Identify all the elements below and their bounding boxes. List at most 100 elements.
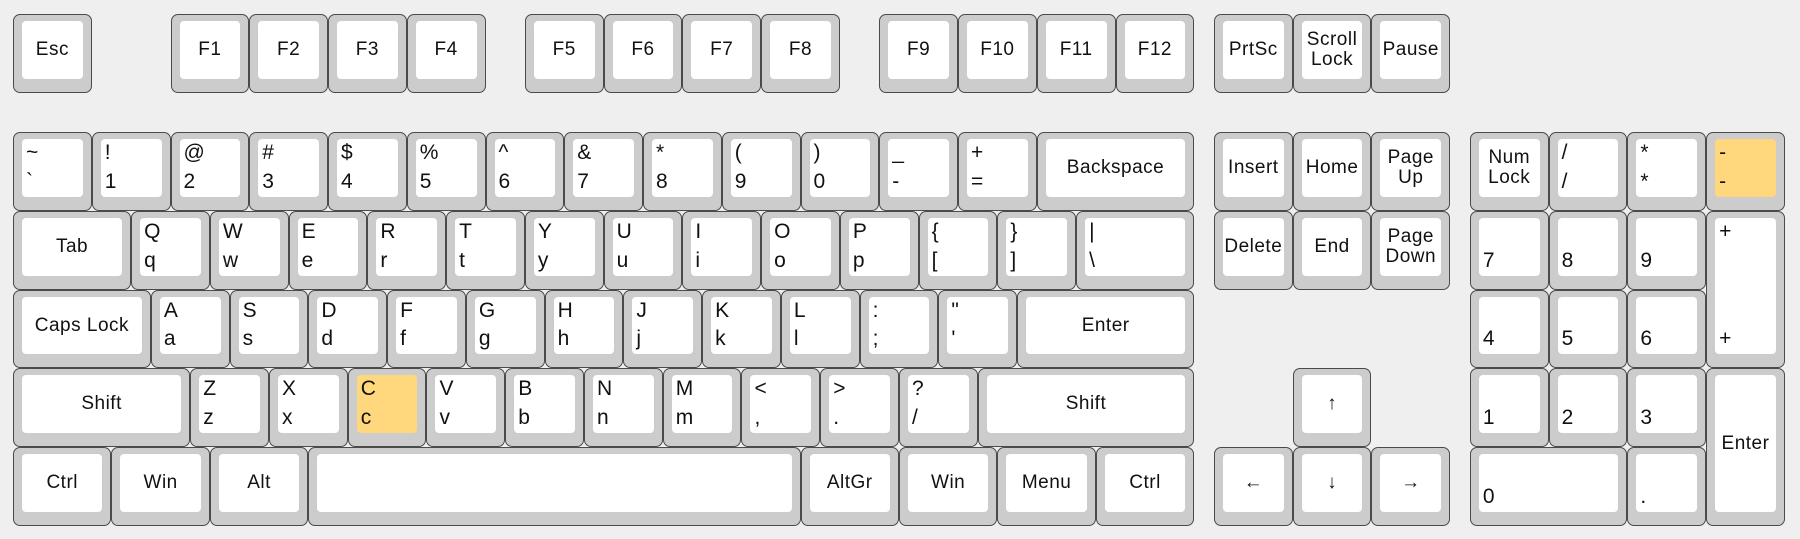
- key-symbol[interactable]: }]: [997, 210, 1077, 290]
- key-enter[interactable]: Enter: [1706, 368, 1785, 526]
- key-b[interactable]: Bb: [505, 368, 584, 448]
- key-alt[interactable]: Alt: [209, 447, 309, 526]
- key-g[interactable]: Gg: [465, 289, 545, 369]
- key-6[interactable]: ^ 6: [485, 132, 565, 211]
- key-symbol[interactable]: :;: [859, 289, 939, 369]
- key-n[interactable]: Nn: [583, 368, 663, 448]
- key-page-up[interactable]: Page Up: [1371, 132, 1451, 211]
- key-caps-lock[interactable]: Caps Lock: [13, 289, 151, 369]
- key-symbol[interactable]: →: [1371, 447, 1451, 526]
- key-9[interactable]: (9: [721, 132, 801, 211]
- key-d[interactable]: Dd: [308, 289, 388, 369]
- key-m[interactable]: Mm: [662, 368, 742, 448]
- key-symbol[interactable]: " ': [938, 289, 1018, 369]
- key-f8[interactable]: F8: [761, 14, 840, 93]
- key-f7[interactable]: F7: [682, 14, 762, 93]
- key-v[interactable]: Vv: [426, 368, 506, 448]
- key-7[interactable]: & 7: [564, 132, 643, 211]
- key-f3[interactable]: F3: [328, 14, 407, 93]
- key-0[interactable]: ) 0: [800, 132, 880, 211]
- key-w[interactable]: Ww: [209, 210, 289, 290]
- key-symbol[interactable]: ←: [1213, 447, 1293, 526]
- key-enter[interactable]: Enter: [1017, 289, 1195, 369]
- key-8[interactable]: 8: [1548, 210, 1628, 290]
- key-1[interactable]: ! 1: [91, 132, 171, 211]
- key-shift[interactable]: Shift: [977, 368, 1195, 448]
- key-5[interactable]: 5: [1548, 289, 1628, 369]
- key-insert[interactable]: Insert: [1213, 132, 1293, 211]
- key-ctrl[interactable]: Ctrl: [13, 447, 112, 526]
- key-f11[interactable]: F11: [1036, 14, 1116, 93]
- key-backspace[interactable]: Backspace: [1036, 132, 1195, 211]
- key-1[interactable]: 1: [1469, 368, 1549, 448]
- key-shift[interactable]: Shift: [13, 368, 191, 448]
- key-pause[interactable]: Pause: [1371, 14, 1451, 93]
- key-tab[interactable]: Tab: [13, 210, 132, 290]
- key-2[interactable]: @2: [170, 132, 250, 211]
- key-o[interactable]: Oo: [761, 210, 840, 290]
- key-page-down[interactable]: Page Down: [1371, 210, 1451, 290]
- key-symbol[interactable]: --: [1706, 132, 1785, 211]
- key-f12[interactable]: F12: [1115, 14, 1195, 93]
- key-u[interactable]: Uu: [603, 210, 683, 290]
- key-win[interactable]: Win: [898, 447, 998, 526]
- key-prtsc[interactable]: PrtSc: [1213, 14, 1293, 93]
- key-3[interactable]: #3: [249, 132, 328, 211]
- key-f4[interactable]: F4: [406, 14, 486, 93]
- key-symbol[interactable]: ↑: [1292, 368, 1372, 448]
- key-scroll-lock[interactable]: Scroll Lock: [1292, 14, 1372, 93]
- key-esc[interactable]: Esc: [13, 14, 92, 93]
- key-t[interactable]: Tt: [446, 210, 525, 290]
- key-f1[interactable]: F1: [170, 14, 250, 93]
- key-j[interactable]: Jj: [623, 289, 703, 369]
- key-r[interactable]: Rr: [367, 210, 447, 290]
- key-e[interactable]: Ee: [288, 210, 368, 290]
- key-num-lock[interactable]: Num Lock: [1469, 132, 1549, 211]
- key-y[interactable]: Yy: [524, 210, 604, 290]
- key-p[interactable]: Pp: [839, 210, 919, 290]
- key-symbol[interactable]: / /: [1548, 132, 1628, 211]
- key-s[interactable]: Ss: [229, 289, 309, 369]
- key-menu[interactable]: Menu: [997, 447, 1096, 526]
- key-l[interactable]: Ll: [780, 289, 860, 369]
- key-7[interactable]: 7: [1469, 210, 1549, 290]
- key-f9[interactable]: F9: [879, 14, 958, 93]
- key-ctrl[interactable]: Ctrl: [1095, 447, 1195, 526]
- key-symbol[interactable]: _ -: [879, 132, 958, 211]
- key-4[interactable]: $4: [328, 132, 407, 211]
- key-2[interactable]: 2: [1548, 368, 1628, 448]
- key-symbol[interactable]: >.: [820, 368, 899, 448]
- key-9[interactable]: 9: [1627, 210, 1707, 290]
- key-symbol[interactable]: {[: [918, 210, 998, 290]
- key-symbol[interactable]: + +: [1706, 210, 1785, 369]
- key-x[interactable]: Xx: [268, 368, 348, 448]
- key-4[interactable]: 4: [1469, 289, 1549, 369]
- key-q[interactable]: Qq: [131, 210, 210, 290]
- key-f2[interactable]: F2: [249, 14, 328, 93]
- key-symbol[interactable]: + =: [958, 132, 1037, 211]
- key-0[interactable]: 0: [1469, 447, 1628, 526]
- key-8[interactable]: * 8: [643, 132, 722, 211]
- key-symbol[interactable]: ~ `: [13, 132, 92, 211]
- key-h[interactable]: Hh: [544, 289, 624, 369]
- key-symbol[interactable]: ? /: [898, 368, 978, 448]
- key-symbol[interactable]: | \: [1076, 210, 1195, 290]
- key-altgr[interactable]: AltGr: [800, 447, 899, 526]
- key-k[interactable]: Kk: [702, 289, 781, 369]
- key-i[interactable]: Ii: [682, 210, 762, 290]
- key-symbol[interactable]: <,: [741, 368, 821, 448]
- key-space[interactable]: [308, 447, 801, 526]
- key-f[interactable]: Ff: [387, 289, 466, 369]
- key-home[interactable]: Home: [1292, 132, 1372, 211]
- key-c[interactable]: Cc: [347, 368, 427, 448]
- key-6[interactable]: 6: [1627, 289, 1707, 369]
- key-a[interactable]: Aa: [150, 289, 230, 369]
- key-z[interactable]: Zz: [190, 368, 269, 448]
- key-delete[interactable]: Delete: [1213, 210, 1293, 290]
- key-3[interactable]: 3: [1627, 368, 1707, 448]
- key-symbol[interactable]: .: [1627, 447, 1707, 526]
- key-f6[interactable]: F6: [603, 14, 683, 93]
- key-symbol[interactable]: * *: [1627, 132, 1707, 211]
- key-f5[interactable]: F5: [524, 14, 604, 93]
- key-symbol[interactable]: ↓: [1292, 447, 1372, 526]
